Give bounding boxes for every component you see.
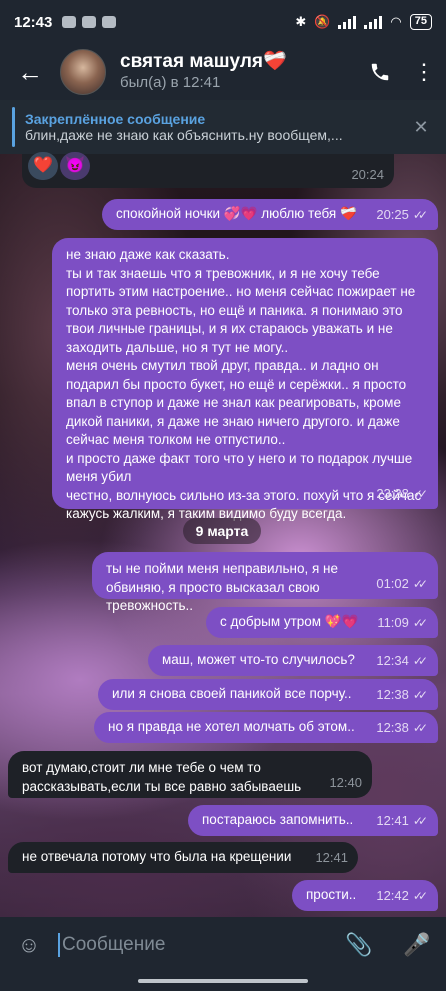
reaction-bubble: ❤️ 😈 20:24 [22,152,394,188]
status-bar: 12:43 ✱ 🔕 ◠ 75 [0,0,446,44]
message-bubble[interactable]: не знаю даже как сказать. ты и так знаеш… [52,238,438,521]
signal-icon [364,15,383,29]
reaction-heart[interactable]: ❤️ [28,152,58,180]
reaction-devil[interactable]: 😈 [60,152,90,180]
pinned-title: Закреплённое сообщение [25,111,206,127]
message-bubble[interactable]: но я правда не хотел молчать об этом.. 1… [94,712,438,743]
chat-header: ← святая машуля❤️‍🩹 был(а) в 12:41 ⋮ [0,44,446,100]
last-seen-status: был(а) в 12:41 [120,74,221,91]
message-time: 12:38 [376,719,409,735]
message-text: или я снова своей паникой все порчу.. [112,686,352,701]
chat-title[interactable]: святая машуля❤️‍🩹 был(а) в 12:41 [120,51,358,93]
read-ticks-icon: ✓✓ [412,486,428,501]
chat-name: святая машуля❤️‍🩹 [120,51,287,72]
home-gesture-bar[interactable] [138,979,308,983]
message-time: 12:38 [376,686,409,702]
unpin-icon[interactable]: ✕ [396,117,446,138]
message-input[interactable]: Сообщение [62,934,330,956]
message-text: прости.. [306,887,357,902]
read-ticks-icon: ✓✓ [412,720,428,735]
back-arrow-icon[interactable]: ← [0,44,60,100]
system-nav-bar [0,973,446,991]
message-bubble[interactable]: не отвечала потому что была на крещении … [8,842,358,873]
read-ticks-icon: ✓✓ [412,615,428,630]
text-caret [58,933,60,957]
pinned-message[interactable]: Закреплённое сообщение блин,даже не знаю… [0,100,446,154]
message-time: 11:09 [377,614,409,630]
message-bubble[interactable]: маш, может что-то случилось? 12:34 ✓✓ [148,645,438,676]
message-time: 20:25 [376,206,409,222]
message-text: не отвечала потому что была на крещении [22,849,292,864]
wifi-icon: ◠ [390,14,402,29]
signal-icon [338,15,357,29]
read-ticks-icon: ✓✓ [412,687,428,702]
app-notification-icon [82,16,97,28]
message-text: постараюсь запомнить.. [202,812,354,827]
message-text: с добрым утром 💖💗 [220,614,359,629]
emoji-icon[interactable]: ☺ [0,932,58,958]
message-text: маш, может что-то случилось? [162,652,355,667]
message-time: 23:38 [376,485,409,501]
message-text: ты не пойми меня неправильно, я не обвин… [106,561,338,613]
notification-icons [62,16,117,28]
message-bubble[interactable]: или я снова своей паникой все порчу.. 12… [98,679,438,710]
message-time: 20:24 [351,167,384,182]
read-ticks-icon: ✓✓ [412,207,428,222]
app-notification-icon [102,16,117,28]
message-time: 12:42 [376,887,409,903]
status-right: ✱ 🔕 ◠ 75 [295,14,432,30]
message-time: 01:02 [376,575,409,591]
read-ticks-icon: ✓✓ [412,653,428,668]
message-time: 12:40 [329,774,362,790]
message-time: 12:41 [315,849,348,865]
read-ticks-icon: ✓✓ [412,813,428,828]
bluetooth-icon: ✱ [295,14,307,29]
message-text: вот думаю,стоит ли мне тебе о чем то рас… [22,760,302,794]
microphone-icon[interactable]: 🎤 [388,932,446,958]
message-bubble[interactable]: вот думаю,стоит ли мне тебе о чем то рас… [8,751,372,798]
read-ticks-icon: ✓✓ [412,888,428,903]
paperclip-icon[interactable]: 📎 [330,932,388,958]
message-bubble[interactable]: с добрым утром 💖💗 11:09 ✓✓ [206,607,438,638]
message-bubble[interactable]: прости.. 12:42 ✓✓ [292,880,438,911]
pinned-text: блин,даже не знаю как объяснить.ну вообщ… [25,127,343,143]
app-notification-icon [62,16,77,28]
date-separator: 9 марта [183,518,261,544]
battery-icon: 75 [409,14,432,30]
message-time: 12:34 [376,652,409,668]
message-bubble[interactable]: постараюсь запомнить.. 12:41 ✓✓ [188,805,438,836]
status-time: 12:43 [14,13,53,31]
read-ticks-icon: ✓✓ [412,576,428,591]
composer: ☺ Сообщение 📎 🎤 [0,917,446,973]
message-text: не знаю даже как сказать. ты и так знаеш… [66,247,422,521]
message-text: спокойной ночки 💞💗 люблю тебя ❤️‍🩹 [116,206,357,221]
more-menu-icon[interactable]: ⋮ [402,44,446,100]
avatar[interactable] [60,49,106,95]
pinned-indicator [12,107,15,147]
silent-icon: 🔕 [314,14,331,29]
message-text: но я правда не хотел молчать об этом.. [108,719,355,734]
message-time: 12:41 [376,812,409,828]
phone-icon[interactable] [358,44,402,100]
message-bubble[interactable]: спокойной ночки 💞💗 люблю тебя ❤️‍🩹 20:25… [102,199,438,230]
message-bubble[interactable]: ты не пойми меня неправильно, я не обвин… [92,552,438,613]
